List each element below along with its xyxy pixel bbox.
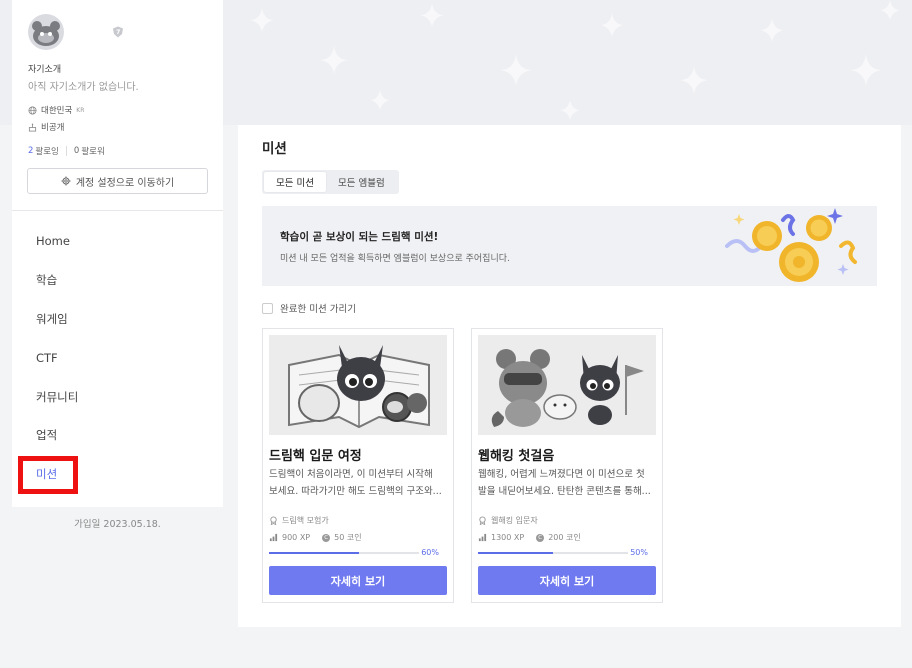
sidebar-item-label: 학습	[36, 273, 58, 288]
cake-icon	[28, 123, 37, 132]
followers-count[interactable]: 0	[74, 146, 79, 156]
description-line: 발을 내딛어보세요. 탄탄한 콘텐츠를 통해...	[478, 486, 651, 497]
sidebar-item-label: 업적	[36, 428, 58, 443]
tab-all-emblems[interactable]: 모든 엠블럼	[326, 172, 397, 192]
sidebar-item-label: 워게임	[36, 311, 68, 326]
mission-card-title: 드림핵 입문 여정	[269, 449, 362, 464]
followers-label[interactable]: 팔로워	[81, 145, 104, 157]
mission-tabs: 모든 미션 모든 엠블럼	[262, 170, 399, 194]
description-line: 보세요. 따라가기만 해도 드림핵의 구조와...	[269, 486, 442, 497]
mission-card[interactable]: 드림핵 입문 여정 드림핵이 처음이라면, 이 미션부터 시작해 보세요. 따라…	[262, 328, 454, 603]
emblem-icon	[479, 516, 486, 525]
following-count[interactable]: 2	[28, 146, 33, 156]
progress-percent: 50%	[630, 548, 648, 557]
sidebar-item-achievements[interactable]: 업적	[12, 416, 223, 455]
xp-value: 1300 XP	[491, 533, 525, 542]
globe-icon	[28, 105, 37, 115]
reward-points-row: 900 XP C 50 코인	[269, 532, 362, 543]
emblem-icon	[270, 516, 277, 525]
description-line: 드림핵이 처음이라면, 이 미션부터 시작해	[269, 469, 433, 480]
reward-title-row: 웹해킹 입문자	[478, 515, 538, 526]
sidebar-item-wargame[interactable]: 워게임	[12, 300, 223, 339]
sidebar-divider	[12, 210, 223, 211]
mission-card-description: 웹해킹, 어렵게 느껴졌다면 이 미션으로 첫 발을 내딛어보세요. 탄탄한 콘…	[478, 466, 658, 500]
reward-points-row: 1300 XP C 200 코인	[478, 532, 581, 543]
gear-icon	[61, 176, 71, 186]
progress-percent: 60%	[421, 548, 439, 557]
progress-fill	[269, 552, 359, 554]
sidebar-item-ctf[interactable]: CTF	[12, 338, 223, 377]
coins-illustration	[725, 208, 857, 282]
mission-detail-button[interactable]: 자세히 보기	[269, 566, 447, 595]
tab-all-missions[interactable]: 모든 미션	[264, 172, 326, 192]
mission-detail-button[interactable]: 자세히 보기	[478, 566, 656, 595]
mission-progress-bar	[269, 552, 419, 554]
reward-title: 드림핵 모험가	[282, 516, 329, 525]
sidebar-item-home[interactable]: Home	[12, 222, 223, 261]
bio-text: 아직 자기소개가 없습니다.	[28, 82, 139, 93]
sidebar-item-missions[interactable]: 미션	[12, 455, 223, 494]
shield-badge-icon	[113, 26, 123, 38]
profile-sidebar: 자기소개 아직 자기소개가 없습니다. 대한민국 KR 비공개 2 팔로잉 0 …	[12, 0, 223, 507]
hide-completed-label: 완료한 미션 가리기	[280, 304, 356, 315]
progress-fill	[478, 552, 553, 554]
missions-panel: 미션 모든 미션 모든 엠블럼 학습이 곧 보상이 되는 드림핵 미션! 미션 …	[238, 125, 901, 627]
birthday-value: 비공개	[41, 123, 65, 133]
country-row: 대한민국 KR	[28, 104, 84, 116]
mission-card-title: 웹해킹 첫걸음	[478, 449, 555, 464]
account-settings-label: 계정 설정으로 이동하기	[75, 177, 175, 189]
page-title: 미션	[262, 141, 287, 157]
sidebar-item-label: CTF	[36, 350, 58, 365]
bio-label: 자기소개	[28, 65, 62, 75]
mission-card-description: 드림핵이 처음이라면, 이 미션부터 시작해 보세요. 따라가기만 해도 드림핵…	[269, 466, 449, 500]
avatar[interactable]	[28, 14, 64, 50]
mission-card[interactable]: 웹해킹 첫걸음 웹해킹, 어렵게 느껴졌다면 이 미션으로 첫 발을 내딛어보세…	[471, 328, 663, 603]
sidebar-item-learn[interactable]: 학습	[12, 261, 223, 300]
mission-card-image	[269, 335, 447, 435]
mission-progress-bar	[478, 552, 628, 554]
mission-card-image	[478, 335, 656, 435]
coin-icon: C	[322, 533, 331, 542]
sidebar-item-label: Home	[36, 234, 70, 249]
banner-subtitle: 미션 내 모든 업적을 획득하면 엠블럼이 보상으로 주어집니다.	[280, 254, 510, 264]
follow-divider	[65, 146, 67, 156]
mission-banner: 학습이 곧 보상이 되는 드림핵 미션! 미션 내 모든 업적을 획득하면 엠블…	[262, 206, 877, 286]
following-label[interactable]: 팔로잉	[35, 145, 58, 157]
bar-chart-icon	[478, 533, 487, 542]
birthday-row: 비공개	[28, 121, 64, 133]
country-code: KR	[76, 106, 85, 114]
xp-value: 900 XP	[282, 533, 311, 542]
account-settings-button[interactable]: 계정 설정으로 이동하기	[27, 168, 208, 194]
coin-value: 50 코인	[334, 533, 362, 542]
hide-completed-checkbox[interactable]	[262, 302, 273, 314]
hide-completed-toggle[interactable]: 완료한 미션 가리기	[262, 301, 356, 315]
coin-icon: C	[536, 533, 545, 542]
follow-stats: 2 팔로잉 0 팔로워	[28, 145, 105, 157]
bar-chart-icon	[269, 533, 278, 542]
reward-title: 웹해킹 입문자	[491, 516, 538, 525]
country-name: 대한민국	[41, 106, 73, 116]
sidebar-item-community[interactable]: 커뮤니티	[12, 377, 223, 416]
coin-value: 200 코인	[548, 533, 581, 542]
joined-date: 가입일 2023.05.18.	[74, 519, 161, 530]
sidebar-item-label: 미션	[36, 467, 58, 482]
banner-title: 학습이 곧 보상이 되는 드림핵 미션!	[280, 231, 439, 243]
reward-title-row: 드림핵 모험가	[269, 515, 329, 526]
sidebar-item-label: 커뮤니티	[36, 389, 79, 404]
sidebar-nav: Home 학습 워게임 CTF 커뮤니티 업적 미션	[12, 222, 223, 494]
description-line: 웹해킹, 어렵게 느껴졌다면 이 미션으로 첫	[478, 469, 645, 480]
